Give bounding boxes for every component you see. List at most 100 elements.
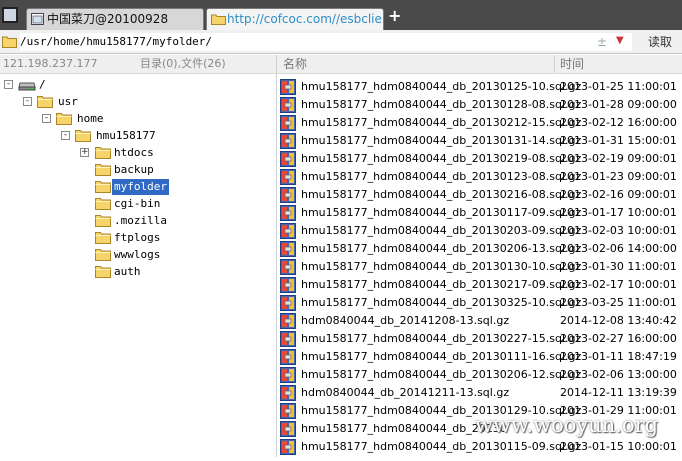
window-icon bbox=[31, 13, 44, 25]
file-name: hmu158177_hdm0840044_db_20130325-10.sql.… bbox=[301, 296, 582, 309]
file-time: 2013-02-03 10:00:01 bbox=[560, 224, 677, 237]
file-name: hmu158177_hdm0840044_db_20130206-12.sql.… bbox=[301, 368, 582, 381]
file-name: hmu158177_hdm0840044_db_20130117-09.sql.… bbox=[301, 206, 582, 219]
file-time: 2013-01-28 09:00:00 bbox=[560, 98, 677, 111]
connection-status: 121.198.237.177 目录(0),文件(26) bbox=[0, 55, 278, 74]
file-row[interactable]: hmu158177_hdm0840044_db_20130206-13.sql.… bbox=[277, 240, 682, 258]
file-name: hmu158177_hdm0840044_db_20130131-14.sql.… bbox=[301, 134, 582, 147]
tree-node-label[interactable]: auth bbox=[112, 264, 143, 280]
file-list-header: 名称 时间 bbox=[277, 55, 682, 74]
chevron-down-icon[interactable]: ▼ bbox=[616, 35, 624, 46]
tab-bar: 中国菜刀@20100928 http://cofcoc.com//esbclie… bbox=[0, 0, 682, 30]
file-row[interactable]: hmu158177_hdm0840044_db_20130203-09.sql.… bbox=[277, 222, 682, 240]
tab-site[interactable]: http://cofcoc.com//esbclient... bbox=[206, 8, 384, 30]
file-time: 2013-01-30 11:00:01 bbox=[560, 260, 677, 273]
collapse-icon[interactable]: - bbox=[42, 114, 51, 123]
file-name: hmu158177_hdm0840044_db_20130216-08.sql.… bbox=[301, 188, 582, 201]
file-row[interactable]: hdm0840044_db_20141208-13.sql.gz 2014-12-… bbox=[277, 312, 682, 330]
file-row[interactable]: hmu158177_hdm0840044_db_20130128-08.sql.… bbox=[277, 96, 682, 114]
tree-node[interactable]: .mozilla bbox=[0, 213, 276, 229]
file-row[interactable]: hmu158177_hdm0840044_db_20130123-08.sql.… bbox=[277, 168, 682, 186]
file-row[interactable]: hmu158177_hdm0840044_db_20130111-16.sql.… bbox=[277, 348, 682, 366]
tree-node[interactable]: - usr bbox=[0, 94, 276, 110]
file-name: hmu158177_hdm0840044_db_20130227-15.sql.… bbox=[301, 332, 582, 345]
file-time: 2013-01-11 18:47:19 bbox=[560, 350, 677, 363]
file-name: hmu158177_hdm0840044_db_20130206-13.sql.… bbox=[301, 242, 582, 255]
file-time: 2013-01-31 15:00:01 bbox=[560, 134, 677, 147]
path-input[interactable]: /usr/home/hmu158177/myfolder/ bbox=[20, 33, 632, 51]
file-row[interactable]: hmu158177_hdm0840044_db_20130115-09.sql.… bbox=[277, 438, 682, 456]
file-name: hmu158177_hdm0840044_db_20130217-09.sql.… bbox=[301, 278, 582, 291]
tree-node-label[interactable]: htdocs bbox=[112, 145, 156, 161]
tab-chopper[interactable]: 中国菜刀@20100928 bbox=[26, 8, 204, 30]
tree-node[interactable]: - / bbox=[0, 77, 276, 93]
tree-node[interactable]: backup bbox=[0, 162, 276, 178]
file-time: 2013-02-16 09:00:01 bbox=[560, 188, 677, 201]
tree-node-label[interactable]: hmu158177 bbox=[94, 128, 158, 144]
file-time: 2014-12-11 13:19:39 bbox=[560, 386, 677, 399]
file-name: hdm0840044_db_20141208-13.sql.gz bbox=[301, 314, 510, 327]
file-row[interactable]: hmu158177_hdm0840044_db_20130227-15.sql.… bbox=[277, 330, 682, 348]
file-row[interactable]: hdm0840044_db_20141211-13.sql.gz 2014-12-… bbox=[277, 384, 682, 402]
folder-icon bbox=[2, 36, 17, 48]
tree-node-label[interactable]: backup bbox=[112, 162, 156, 178]
file-row[interactable]: hmu158177_hdm0840044_db_20130325-10.sql.… bbox=[277, 294, 682, 312]
file-name: hmu158177_hdm0840044_db_20130212-15.sql.… bbox=[301, 116, 582, 129]
window-menu-icon[interactable] bbox=[2, 7, 18, 23]
host-ip: 121.198.237.177 bbox=[3, 57, 98, 70]
column-name[interactable]: 名称 bbox=[283, 55, 307, 73]
tree-node[interactable]: + htdocs bbox=[0, 145, 276, 161]
file-row[interactable]: hmu158177_hdm0840044_db_20130206-12.sql.… bbox=[277, 366, 682, 384]
tree-node-label[interactable]: myfolder bbox=[112, 179, 169, 195]
file-time: 2013-01-17 10:00:01 bbox=[560, 206, 677, 219]
item-counts: 目录(0),文件(26) bbox=[140, 57, 226, 70]
file-time: 2013-01-23 09:00:01 bbox=[560, 170, 677, 183]
tree-node[interactable]: auth bbox=[0, 264, 276, 280]
tree-node[interactable]: - hmu158177 bbox=[0, 128, 276, 144]
file-time: 2013-01-25 11:00:01 bbox=[560, 80, 677, 93]
file-row[interactable]: hmu158177_hdm0840044_db_20130217-09.sql.… bbox=[277, 276, 682, 294]
tree-node[interactable]: myfolder bbox=[0, 179, 276, 195]
tree-node-label[interactable]: / bbox=[37, 77, 48, 93]
collapse-icon[interactable]: - bbox=[61, 131, 70, 140]
address-bar: /usr/home/hmu158177/myfolder/ ± ▼ 读取 bbox=[0, 30, 682, 54]
file-time: 2014-12-08 13:40:42 bbox=[560, 314, 677, 327]
separator-icon: ± bbox=[597, 35, 608, 49]
file-list: hmu158177_hdm0840044_db_20130125-10.sql.… bbox=[277, 78, 682, 457]
tree-node[interactable]: ftplogs bbox=[0, 230, 276, 246]
tree-node-label[interactable]: usr bbox=[56, 94, 80, 110]
tree-node-label[interactable]: home bbox=[75, 111, 106, 127]
folder-icon bbox=[95, 264, 111, 283]
file-name: hmu158177_hdm0840044_db_20130115-09.sql.… bbox=[301, 440, 582, 453]
file-time: 2013-02-19 09:00:01 bbox=[560, 152, 677, 165]
tree-node-label[interactable]: cgi-bin bbox=[112, 196, 162, 212]
file-time: 2013-02-06 13:00:00 bbox=[560, 368, 677, 381]
file-row[interactable]: hmu158177_hdm0840044_db_20130117-09.sql.… bbox=[277, 204, 682, 222]
file-row[interactable]: hmu158177_hdm0840044_db_20130212-15.sql.… bbox=[277, 114, 682, 132]
file-time: 2013-03-25 11:00:01 bbox=[560, 296, 677, 309]
column-separator[interactable] bbox=[554, 55, 555, 73]
tab-label: http://cofcoc.com//esbclient... bbox=[227, 12, 383, 26]
new-tab-button[interactable]: + bbox=[388, 8, 402, 24]
column-time[interactable]: 时间 bbox=[560, 55, 584, 73]
file-row[interactable]: hmu158177_hdm0840044_db_20130125-10.sql.… bbox=[277, 78, 682, 96]
tree-node[interactable]: wwwlogs bbox=[0, 247, 276, 263]
file-name: hmu158177_hdm0840044_db_20130111-16.sql.… bbox=[301, 350, 582, 363]
file-row[interactable]: hmu158177_hdm0840044_db_20130219-08.sql.… bbox=[277, 150, 682, 168]
collapse-icon[interactable]: - bbox=[23, 97, 32, 106]
tree-node-label[interactable]: wwwlogs bbox=[112, 247, 162, 263]
collapse-icon[interactable]: - bbox=[4, 80, 13, 89]
tree-node-label[interactable]: ftplogs bbox=[112, 230, 162, 246]
expand-icon[interactable]: + bbox=[80, 148, 89, 157]
tree-node[interactable]: cgi-bin bbox=[0, 196, 276, 212]
file-row[interactable]: hmu158177_hdm0840044_db_20130216-08.sql.… bbox=[277, 186, 682, 204]
tree-node[interactable]: - home bbox=[0, 111, 276, 127]
file-row[interactable]: hmu158177_hdm0840044_db_20130131-14.sql.… bbox=[277, 132, 682, 150]
file-row[interactable]: hmu158177_hdm0840044_db_20130130-10.sql.… bbox=[277, 258, 682, 276]
file-time: 2013-02-27 16:00:00 bbox=[560, 332, 677, 345]
file-name: hdm0840044_db_20141211-13.sql.gz bbox=[301, 386, 510, 399]
file-time: 2013-02-06 14:00:00 bbox=[560, 242, 677, 255]
file-time: 2013-02-17 10:00:01 bbox=[560, 278, 677, 291]
read-button[interactable]: 读取 bbox=[640, 33, 680, 51]
tree-node-label[interactable]: .mozilla bbox=[112, 213, 169, 229]
